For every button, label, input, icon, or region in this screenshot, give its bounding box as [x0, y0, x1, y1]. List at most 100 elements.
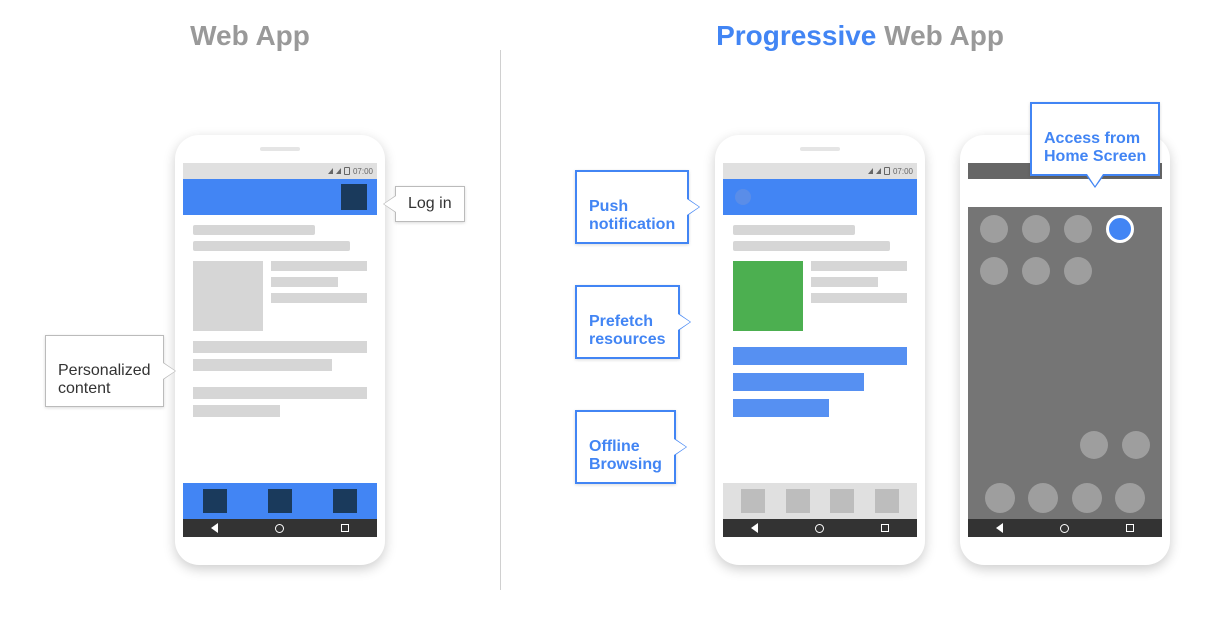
phone-screen: 07:00 [968, 163, 1162, 537]
statusbar: 07:00 [183, 163, 377, 179]
panel-web-app: Web App 07:00 [0, 20, 500, 628]
bottom-bar [183, 483, 377, 519]
heading-rest: Web App [876, 20, 1004, 51]
app-extra-row [1080, 431, 1150, 459]
callout-offline: Offline Browsing [575, 410, 676, 484]
battery-icon [344, 167, 350, 175]
content-area [183, 215, 377, 433]
home-icon[interactable] [1060, 524, 1069, 533]
phone-screen: 07:00 [183, 163, 377, 537]
callout-personalized: Personalized content [45, 335, 164, 407]
dock [968, 483, 1162, 513]
overview-icon[interactable] [1126, 524, 1134, 532]
heading-highlight: Progressive [716, 20, 876, 51]
app-shortcut[interactable] [1122, 431, 1150, 459]
image-placeholder [193, 261, 263, 331]
dock-shortcut[interactable] [985, 483, 1015, 513]
overview-icon[interactable] [341, 524, 349, 532]
app-shortcut[interactable] [1064, 215, 1092, 243]
callout-homescreen: Access from Home Screen [1030, 102, 1160, 176]
app-shortcut[interactable] [1080, 431, 1108, 459]
push-notification-dot [735, 189, 751, 205]
overview-icon[interactable] [881, 524, 889, 532]
android-navbar [968, 519, 1162, 537]
signal-icon [876, 168, 881, 174]
callout-text: Access from Home Screen [1044, 130, 1146, 165]
callout-prefetch: Prefetch resources [575, 285, 680, 359]
dock-shortcut[interactable] [1072, 483, 1102, 513]
back-icon[interactable] [751, 523, 758, 533]
login-button[interactable] [341, 184, 367, 210]
heading-web-app: Web App [0, 20, 500, 52]
status-time: 07:00 [893, 167, 913, 176]
bottom-bar [723, 483, 917, 519]
home-icon[interactable] [275, 524, 284, 533]
skeleton-line [193, 241, 350, 251]
dock-shortcut[interactable] [1028, 483, 1058, 513]
skeleton-line [811, 293, 907, 303]
android-navbar [183, 519, 377, 537]
nav-tab[interactable] [741, 489, 765, 513]
callout-push: Push notification [575, 170, 689, 244]
status-time: 07:00 [353, 167, 373, 176]
app-shortcut[interactable] [1022, 257, 1050, 285]
skeleton-line [193, 341, 367, 353]
skeleton-line [733, 241, 890, 251]
skeleton-line [733, 225, 855, 235]
nav-tab[interactable] [830, 489, 854, 513]
back-icon[interactable] [211, 523, 218, 533]
heading-pwa: Progressive Web App [500, 20, 1220, 52]
nav-tab[interactable] [203, 489, 227, 513]
nav-tab[interactable] [268, 489, 292, 513]
app-shortcut[interactable] [980, 215, 1008, 243]
callout-text: Prefetch resources [589, 313, 666, 348]
nav-tab[interactable] [875, 489, 899, 513]
skeleton-line [271, 293, 367, 303]
skeleton-line [811, 277, 878, 287]
signal-icon [868, 168, 873, 174]
signal-icon [336, 168, 341, 174]
phone-screen: 07:00 [723, 163, 917, 537]
callout-text: Personalized content [58, 362, 151, 397]
pwa-shortcut[interactable] [1106, 215, 1134, 243]
nav-tab[interactable] [333, 489, 357, 513]
appbar [723, 179, 917, 215]
app-shortcut[interactable] [1064, 257, 1092, 285]
skeleton-line [193, 359, 332, 371]
skeleton-line [193, 405, 280, 417]
content-area [723, 215, 917, 435]
skeleton-line [193, 387, 367, 399]
dock-shortcut[interactable] [1115, 483, 1145, 513]
skeleton-line [271, 277, 338, 287]
statusbar: 07:00 [723, 163, 917, 179]
battery-icon [884, 167, 890, 175]
homescreen-bg [968, 207, 1162, 519]
app-grid [968, 215, 1162, 285]
callout-text: Push notification [589, 198, 675, 233]
app-shortcut[interactable] [1022, 215, 1050, 243]
appbar [183, 179, 377, 215]
prefetched-image [733, 261, 803, 331]
nav-tab[interactable] [786, 489, 810, 513]
signal-icon [328, 168, 333, 174]
offline-content-bar [733, 347, 907, 365]
offline-content-bar [733, 399, 829, 417]
skeleton-line [811, 261, 907, 271]
phone-homescreen: 07:00 [960, 135, 1170, 565]
content-row [193, 261, 367, 331]
phone-web-app: 07:00 [175, 135, 385, 565]
panel-pwa: Progressive Web App 07:00 [500, 20, 1220, 628]
phone-speaker [260, 147, 300, 151]
offline-content-bar [733, 373, 864, 391]
phone-speaker [800, 147, 840, 151]
callout-login: Log in [395, 186, 465, 222]
android-navbar [723, 519, 917, 537]
home-icon[interactable] [815, 524, 824, 533]
phone-pwa-app: 07:00 [715, 135, 925, 565]
callout-text: Log in [408, 195, 452, 212]
content-row [733, 261, 907, 331]
back-icon[interactable] [996, 523, 1003, 533]
skeleton-line [271, 261, 367, 271]
callout-text: Offline Browsing [589, 438, 662, 473]
app-shortcut[interactable] [980, 257, 1008, 285]
